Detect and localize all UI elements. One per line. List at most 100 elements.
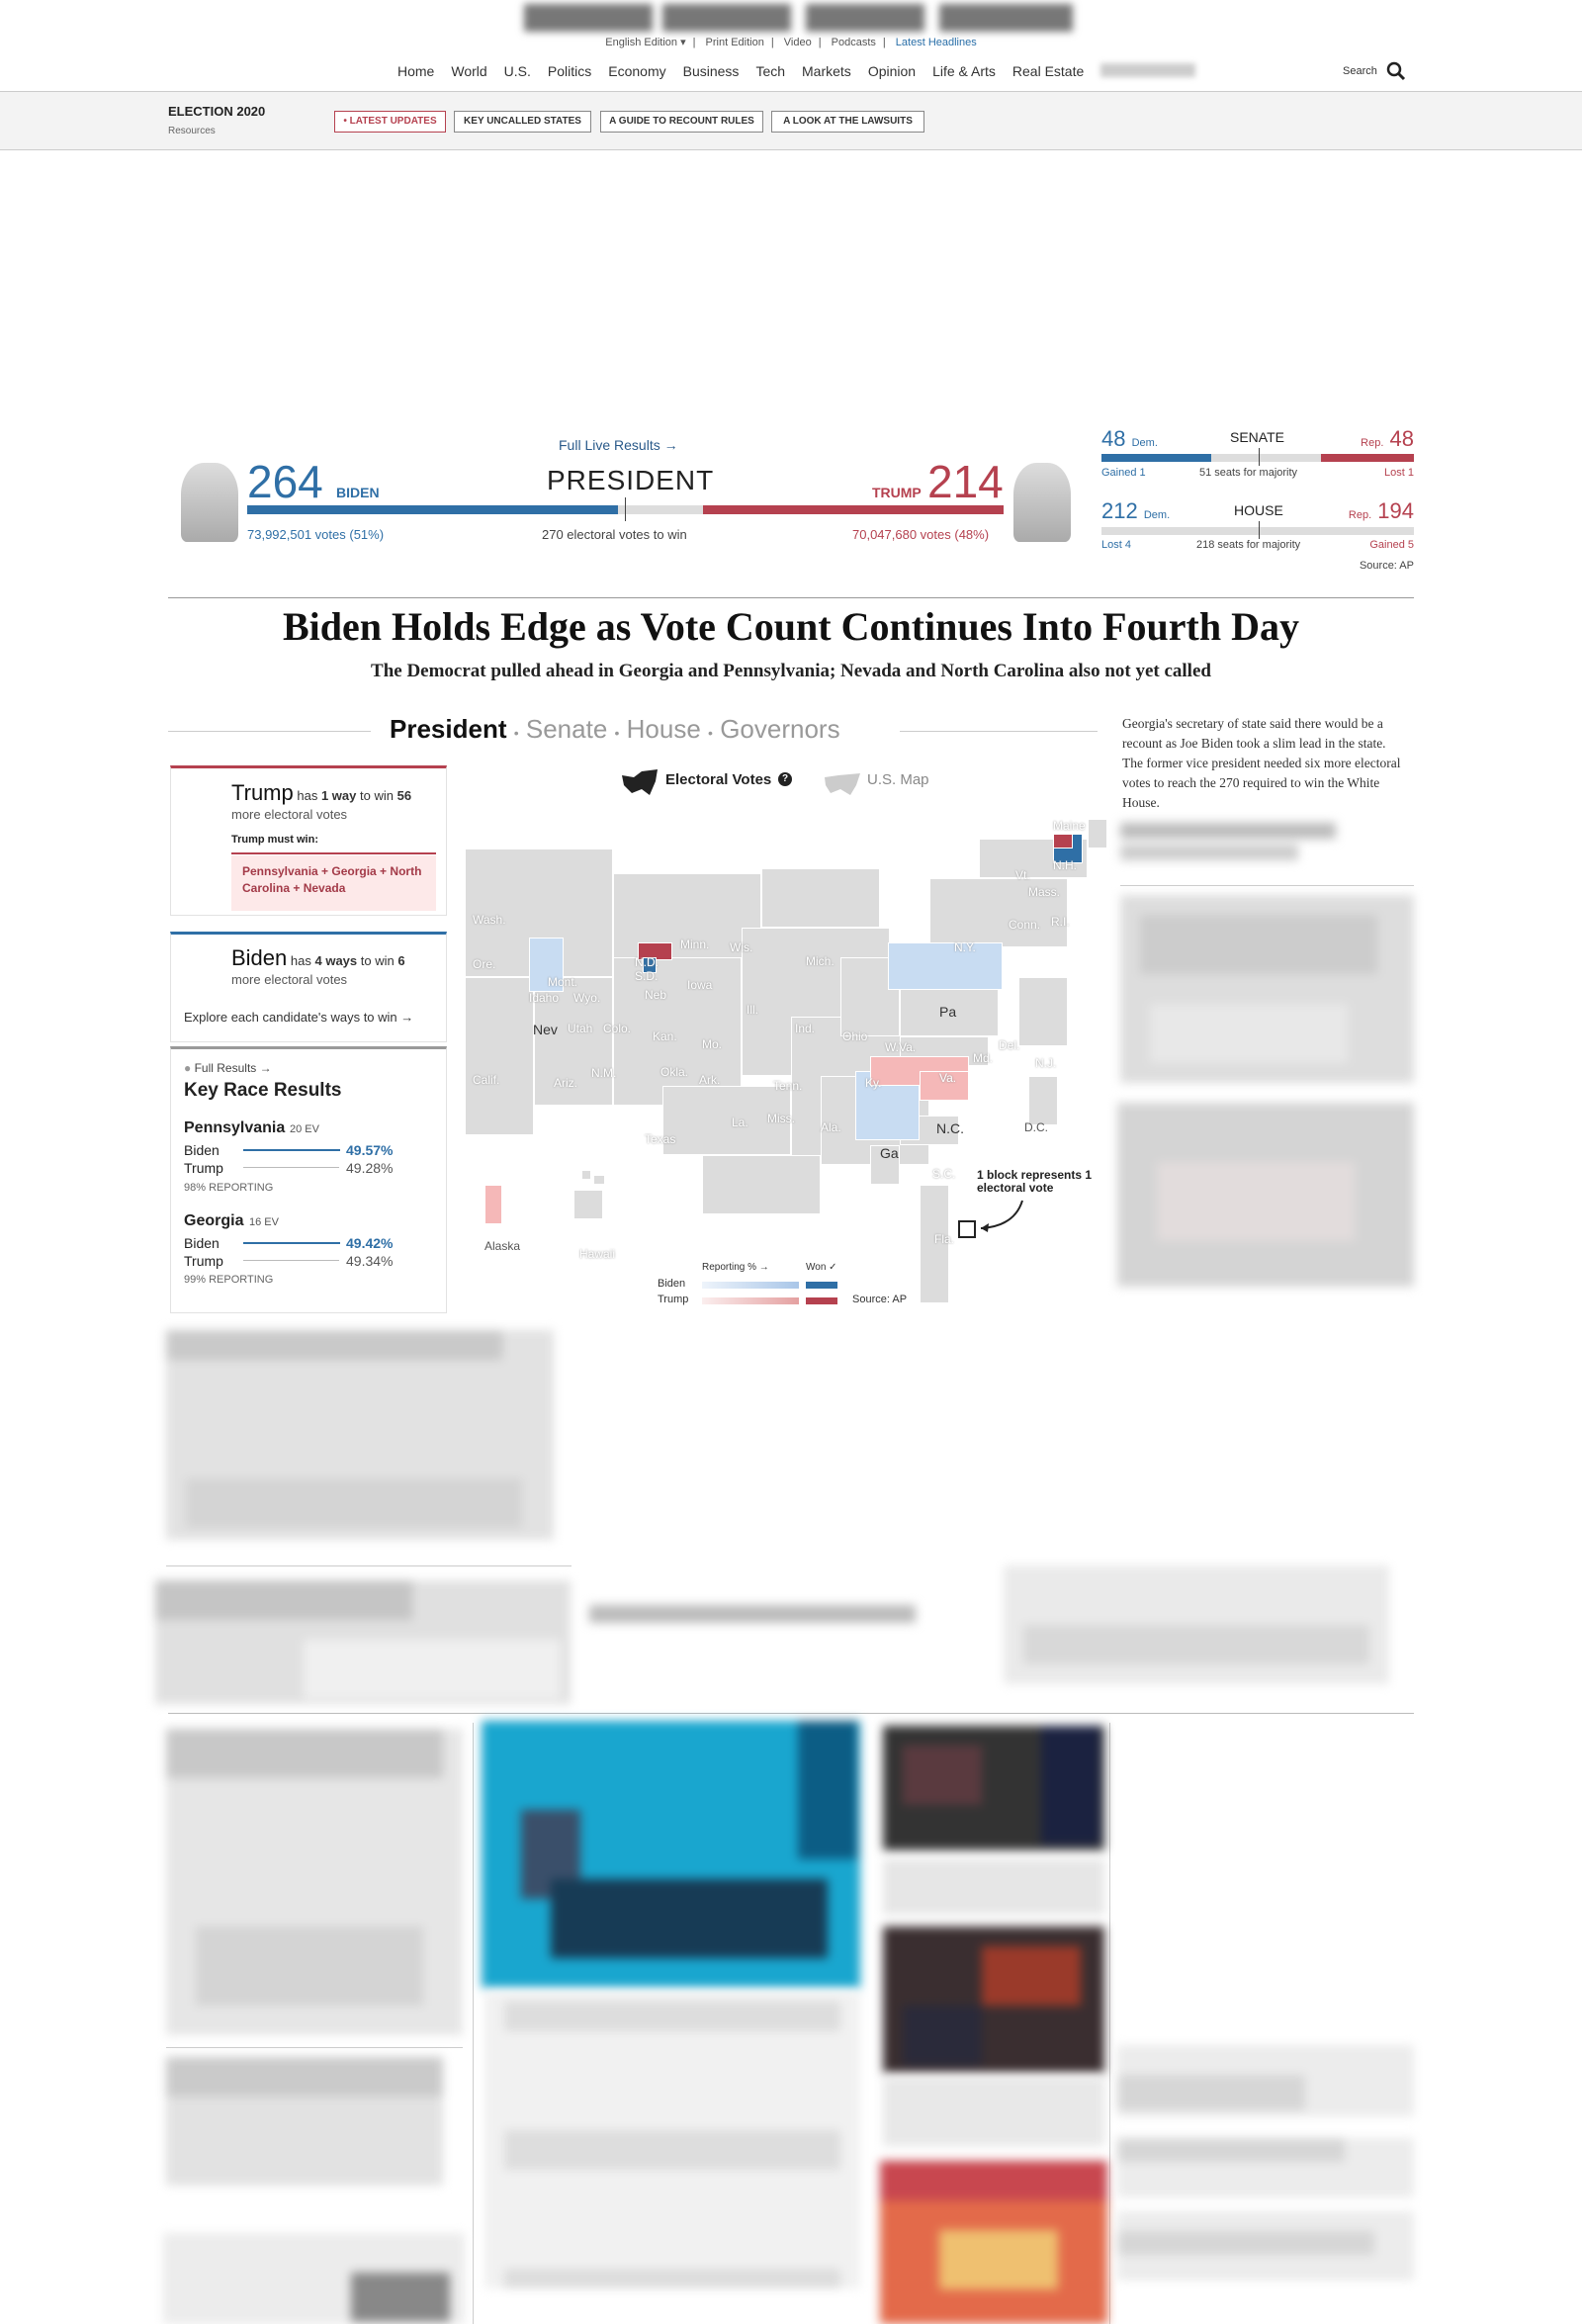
scoreboard-source: Source: AP [1359,560,1414,572]
blurred-thumb[interactable] [880,2161,1107,2324]
full-live-results-link[interactable]: Full Live Results → [559,437,678,453]
blurred-story[interactable] [166,2057,443,2186]
state-label: Idaho [529,991,560,1005]
lawsuits-button[interactable]: A LOOK AT THE LAWSUITS [771,111,924,133]
senate-dem-bar [1101,454,1211,462]
state-label: Wyo. [573,991,601,1005]
blurred-story[interactable] [1117,2138,1414,2197]
nav-opinion[interactable]: Opinion [868,63,916,79]
edition-select[interactable]: English Edition ▾ [605,37,685,48]
print-edition-link[interactable]: Print Edition [706,37,764,48]
trump-more-votes: more electoral votes [231,807,348,822]
latest-headlines-link[interactable]: Latest Headlines [896,37,977,48]
tab-senate[interactable]: Senate [526,714,607,744]
latest-updates-button[interactable]: • LATEST UPDATES [334,111,446,133]
blurred-story[interactable] [1117,2211,1414,2280]
blurred-thumb[interactable] [883,1926,1104,2073]
key-uncalled-states-button[interactable]: KEY UNCALLED STATES [454,111,591,133]
nav-blurred-item[interactable] [1100,63,1196,77]
state-label: Ga [880,1145,899,1161]
resources-link[interactable]: Resources [168,126,216,136]
tab-separator: • [614,725,620,741]
state-label: Mont. [548,975,578,989]
nav-economy[interactable]: Economy [608,63,665,79]
blurred-promo-image[interactable] [1117,1103,1414,1287]
state-label: Md. [973,1051,994,1065]
blurred-teaser-link[interactable] [1120,823,1336,864]
biden-popular-votes: 73,992,501 votes (51%) [247,527,385,542]
blurred-story-image[interactable] [166,1330,554,1540]
race-biden-pct: 49.57% [346,1142,394,1158]
race-biden-pct: 49.42% [346,1235,394,1251]
state-label: N.H. [1053,858,1077,872]
house-majority-marker [1259,521,1260,539]
podcasts-link[interactable]: Podcasts [832,37,876,48]
nav-home[interactable]: Home [397,63,434,79]
nav-us[interactable]: U.S. [504,63,531,79]
blurred-headline[interactable] [589,1599,916,1629]
state-label: La. [732,1116,748,1129]
divider [166,1565,571,1566]
nav-world[interactable]: World [451,63,486,79]
state-label: N.C. [936,1120,964,1136]
state-label: Tenn. [773,1079,803,1093]
house-majority: 218 seats for majority [1196,539,1301,551]
headline-dek: The Democrat pulled ahead in Georgia and… [371,661,1211,681]
explore-ways-link[interactable]: Explore each candidate's ways to win → [184,1010,413,1025]
race-state[interactable]: Pennsylvania [184,1119,285,1137]
state-label: Ala. [821,1120,841,1134]
tab-governors[interactable]: Governors [720,714,839,744]
trump-popular-votes: 70,047,680 votes (48%) [852,527,990,542]
race-state[interactable]: Georgia [184,1212,243,1230]
search-icon[interactable] [1386,61,1406,81]
tab-president[interactable]: President [390,714,507,744]
arrow-icon [980,1200,1023,1232]
state-label: Maine [1053,819,1086,833]
blurred-text[interactable] [883,1859,1104,1915]
blurred-story[interactable] [166,1729,463,2035]
state-label: Ohio [842,1029,868,1043]
house-dem-change: Lost 4 [1101,539,1131,551]
race-trump-bar [243,1260,339,1261]
senate-title: SENATE [1230,429,1284,445]
state-label: Ore. [473,957,496,971]
recount-rules-button[interactable]: A GUIDE TO RECOUNT RULES [600,111,763,133]
legend-biden-won [806,1282,837,1289]
blurred-story[interactable] [1117,2045,1414,2116]
tab-house[interactable]: House [627,714,701,744]
trump-must-win-label: Trump must win: [231,834,318,846]
column-divider [1109,1723,1110,2324]
blurred-ad[interactable] [1004,1565,1389,1684]
state-label: D.C. [1024,1120,1048,1134]
senate-majority: 51 seats for majority [1199,467,1298,479]
block-note: 1 block represents 1 electoral vote [977,1168,1093,1195]
blurred-lead-image[interactable] [482,1721,860,1988]
sidebar-summary[interactable]: Georgia's secretary of state said there … [1122,714,1409,813]
blurred-story[interactable] [163,2233,465,2324]
nav-business[interactable]: Business [683,63,740,79]
main-headline[interactable]: Biden Holds Edge as Vote Count Continues… [168,603,1414,650]
nav-life-arts[interactable]: Life & Arts [932,63,996,79]
state-label: Colo. [603,1022,632,1035]
legend-reporting: Reporting % → [702,1262,769,1273]
blurred-lead-text[interactable] [484,1992,860,2288]
trump-path-states[interactable]: Pennsylvania + Georgia + North Carolina … [231,855,436,911]
nav-real-estate[interactable]: Real Estate [1012,63,1084,79]
blurred-thumb[interactable] [883,1726,1104,1850]
house-title: HOUSE [1234,502,1283,518]
legend-biden: Biden [658,1278,686,1290]
senate-dem-change: Gained 1 [1101,467,1146,479]
house-dem-seats: 212 Dem. [1101,498,1171,523]
nav-tech[interactable]: Tech [755,63,785,79]
blurred-story-image[interactable] [155,1580,571,1704]
state-label: Hawaii [579,1247,616,1261]
senate-majority-marker [1259,448,1260,466]
nav-politics[interactable]: Politics [548,63,591,79]
blurred-text[interactable] [883,2077,1104,2146]
video-link[interactable]: Video [784,37,812,48]
nav-markets[interactable]: Markets [802,63,851,79]
search-link[interactable]: Search [1343,65,1377,77]
state-label: Miss. [767,1112,795,1125]
blurred-promo-image[interactable] [1120,895,1414,1083]
masthead-logo[interactable] [524,0,1073,36]
